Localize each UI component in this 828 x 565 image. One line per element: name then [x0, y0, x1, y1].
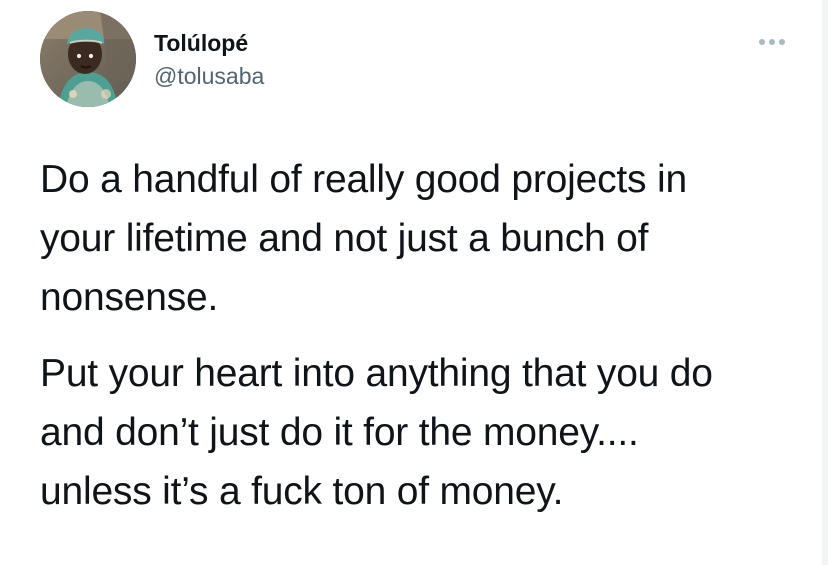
tweet-text: Do a handful of really good projects in …	[40, 150, 800, 521]
tweet-paragraph-2: Put your heart into anything that you do…	[40, 344, 800, 521]
tweet-line: and don’t just do it for the money....	[40, 411, 639, 454]
tweet-line: Do a handful of really good projects in	[40, 158, 687, 201]
handle[interactable]: @tolusaba	[154, 61, 264, 91]
tweet-paragraph-1: Do a handful of really good projects in …	[40, 150, 800, 327]
display-name[interactable]: Tolúlopé	[154, 28, 264, 58]
tweet-line: Put your heart into anything that you do	[40, 352, 713, 395]
tweet-line: unless it’s a fuck ton of money.	[40, 470, 564, 513]
author-block[interactable]: Tolúlopé @tolusaba	[154, 28, 264, 91]
more-options-button[interactable]	[756, 32, 788, 52]
avatar-photo-icon	[40, 11, 136, 107]
tweet-line: your lifetime and not just a bunch of	[40, 217, 649, 260]
tweet-line: nonsense.	[40, 276, 219, 319]
scroll-edge	[822, 0, 828, 565]
tweet-card: Tolúlopé @tolusaba Do a handful of reall…	[0, 0, 828, 565]
more-options-icon	[759, 39, 785, 45]
avatar[interactable]	[40, 11, 136, 107]
